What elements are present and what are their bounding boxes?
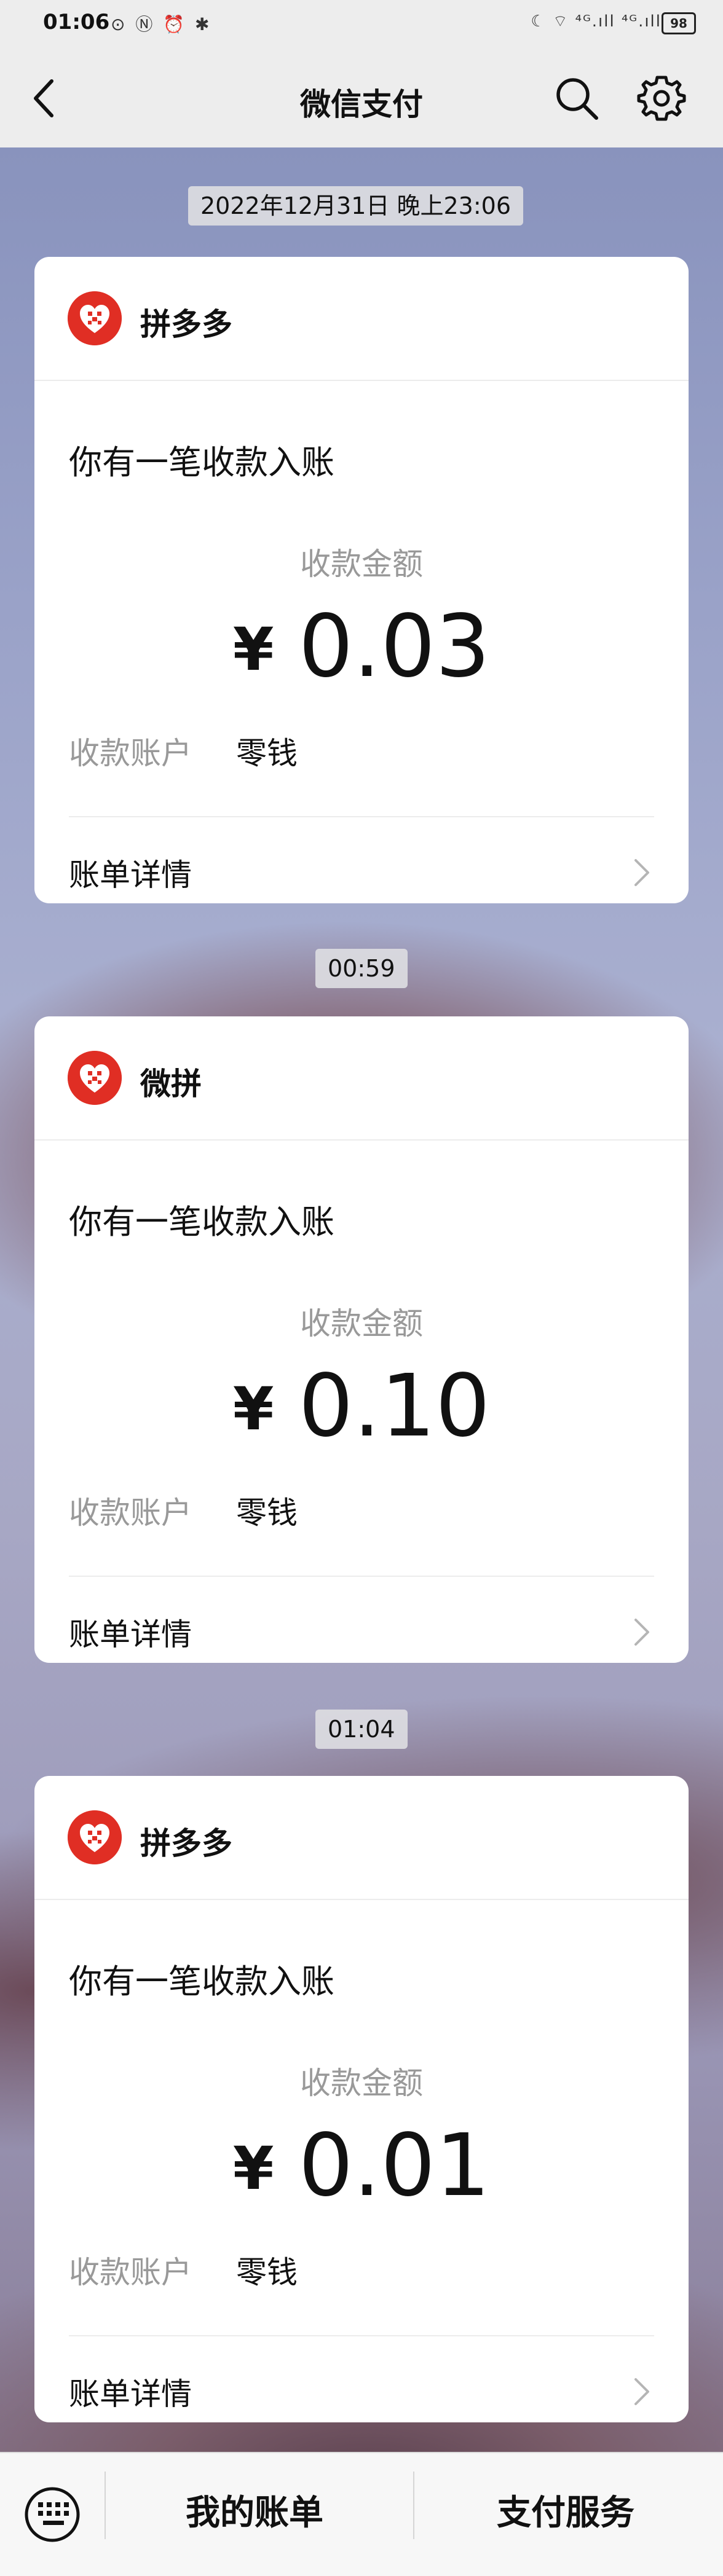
keyboard-icon[interactable] bbox=[0, 2453, 105, 2576]
pinduoduo-logo-icon bbox=[68, 1810, 122, 1864]
currency-symbol: ¥ bbox=[232, 2134, 274, 2203]
amount-number: 0.03 bbox=[298, 597, 491, 697]
amount-label: 收款金额 bbox=[300, 2065, 423, 2101]
amount-value: ¥0.10 bbox=[34, 1361, 689, 1455]
divider bbox=[69, 816, 654, 817]
merchant-name: 微拼 bbox=[140, 1066, 202, 1102]
chevron-right-icon[interactable] bbox=[630, 857, 654, 889]
account-label: 收款账户 bbox=[69, 736, 192, 771]
status-time: 01:06 bbox=[43, 10, 110, 34]
pay-services-menu[interactable]: 支付服务 bbox=[497, 2485, 634, 2535]
payment-notice: 你有一笔收款入账 bbox=[69, 1203, 334, 1241]
account-value: 零钱 bbox=[236, 2255, 298, 2290]
pinduoduo-logo-icon bbox=[68, 291, 122, 345]
my-bills-menu[interactable]: 我的账单 bbox=[186, 2485, 323, 2535]
card-header[interactable]: 微拼 bbox=[34, 1016, 689, 1141]
card-header[interactable]: 拼多多 bbox=[34, 1776, 689, 1900]
menu-separator bbox=[413, 2472, 414, 2539]
account-label: 收款账户 bbox=[69, 1495, 192, 1531]
battery-icon: 98 bbox=[662, 12, 696, 34]
status-bar: 01:06 ⊙ Ⓝ ⏰ ✱ ☾ ⌔ ⁴ᴳ.ıll ⁴ᴳ.ıll 98 bbox=[0, 0, 723, 49]
nav-bar: 微信支付 bbox=[0, 49, 723, 147]
account-label: 收款账户 bbox=[69, 2255, 192, 2290]
message-timestamp: 2022年12月31日 晚上23:06 bbox=[188, 186, 524, 226]
signal-icons: ☾ ⌔ ⁴ᴳ.ıll ⁴ᴳ.ıll bbox=[531, 12, 662, 31]
chevron-right-icon[interactable] bbox=[630, 2376, 654, 2408]
divider bbox=[69, 1576, 654, 1577]
amount-value: ¥0.01 bbox=[34, 2120, 689, 2215]
amount-number: 0.01 bbox=[298, 2116, 491, 2216]
bill-details-link[interactable]: 账单详情 bbox=[69, 850, 192, 895]
merchant-name: 拼多多 bbox=[140, 307, 232, 342]
account-value: 零钱 bbox=[236, 736, 298, 771]
payment-card[interactable]: 拼多多 你有一笔收款入账 收款金额 ¥0.03 收款账户 零钱 账单详情 bbox=[34, 257, 689, 903]
search-icon[interactable] bbox=[553, 75, 600, 122]
message-timestamp: 01:04 bbox=[315, 1710, 408, 1749]
notification-icons: ⊙ Ⓝ ⏰ ✱ bbox=[111, 14, 212, 34]
amount-label: 收款金额 bbox=[300, 1306, 423, 1341]
amount-number: 0.10 bbox=[298, 1356, 491, 1456]
message-timestamp: 00:59 bbox=[315, 949, 408, 988]
pinduoduo-logo-icon bbox=[68, 1051, 122, 1105]
card-header[interactable]: 拼多多 bbox=[34, 257, 689, 381]
bill-details-link[interactable]: 账单详情 bbox=[69, 2370, 192, 2414]
page-title: 微信支付 bbox=[300, 87, 423, 122]
gear-icon[interactable] bbox=[637, 74, 686, 123]
amount-label: 收款金额 bbox=[300, 546, 423, 582]
menu-separator bbox=[105, 2472, 106, 2539]
bottom-menu-bar: 我的账单 支付服务 bbox=[0, 2452, 723, 2576]
divider bbox=[69, 2335, 654, 2336]
account-value: 零钱 bbox=[236, 1495, 298, 1531]
currency-symbol: ¥ bbox=[232, 615, 274, 684]
merchant-name: 拼多多 bbox=[140, 1826, 232, 1861]
currency-symbol: ¥ bbox=[232, 1375, 274, 1443]
payment-card[interactable]: 拼多多 你有一笔收款入账 收款金额 ¥0.01 收款账户 零钱 账单详情 bbox=[34, 1776, 689, 2422]
chevron-right-icon[interactable] bbox=[630, 1616, 654, 1648]
payment-notice: 你有一笔收款入账 bbox=[69, 443, 334, 482]
payment-notice: 你有一笔收款入账 bbox=[69, 1962, 334, 2001]
bill-details-link[interactable]: 账单详情 bbox=[69, 1610, 192, 1654]
payment-card[interactable]: 微拼 你有一笔收款入账 收款金额 ¥0.10 收款账户 零钱 账单详情 bbox=[34, 1016, 689, 1663]
amount-value: ¥0.03 bbox=[34, 601, 689, 696]
